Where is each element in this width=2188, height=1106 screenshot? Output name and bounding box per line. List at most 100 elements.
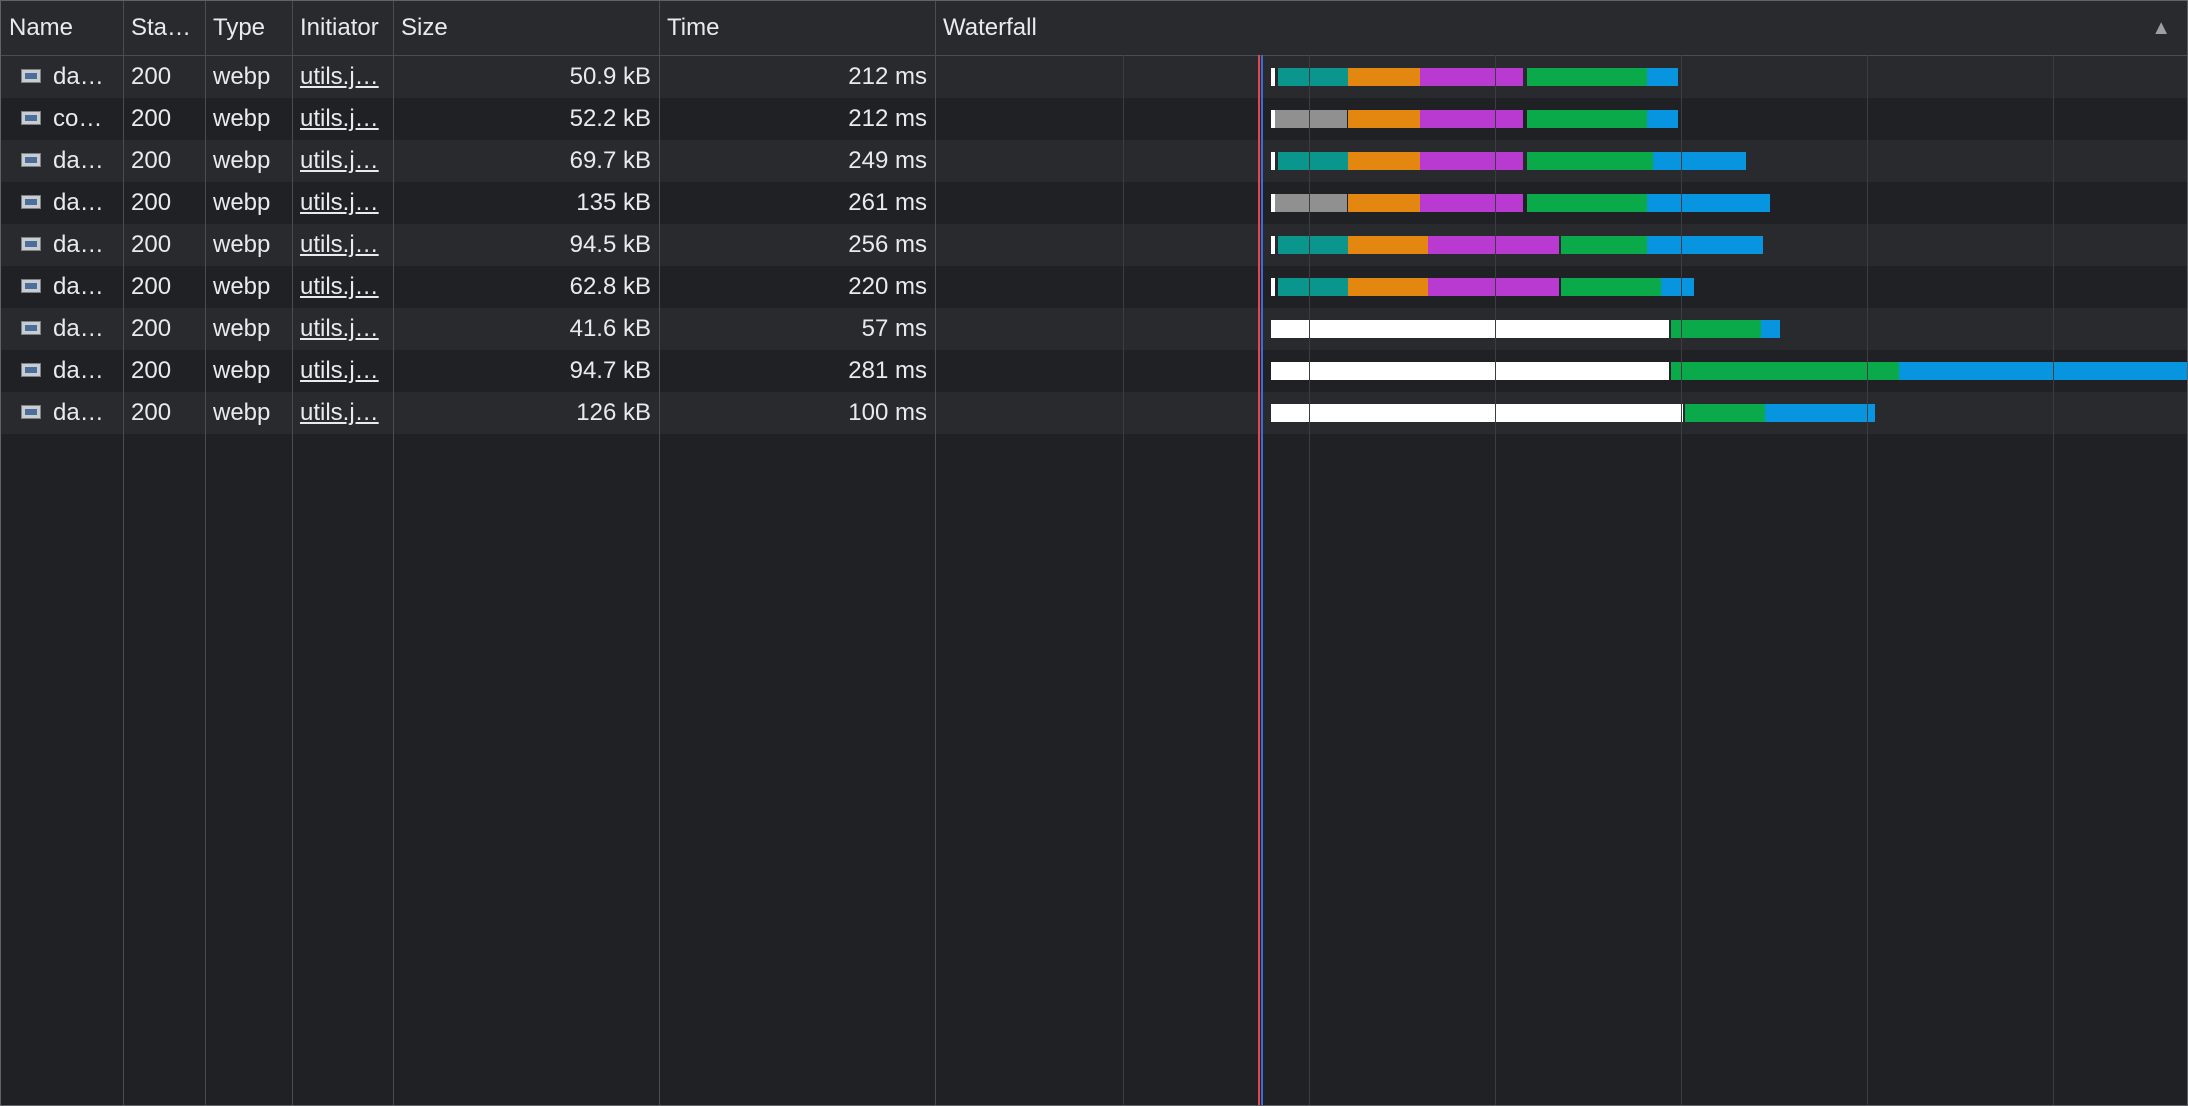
initiator-link[interactable]: utils.j…	[300, 224, 393, 266]
type-cell: webp	[213, 105, 271, 132]
waterfall-bar-download[interactable]	[1653, 152, 1746, 170]
column-header-size[interactable]: Size	[393, 1, 659, 55]
size-cell: 69.7 kB	[569, 147, 651, 174]
type-cell: webp	[213, 357, 271, 384]
column-header-name[interactable]: Name	[1, 1, 123, 55]
column-divider[interactable]	[123, 1, 124, 1105]
type-cell: webp	[213, 231, 271, 258]
status-cell: 200	[131, 273, 172, 300]
image-file-icon	[21, 69, 41, 83]
initiator-link[interactable]: utils.j…	[300, 182, 393, 224]
initiator-link[interactable]: utils.j…	[300, 266, 393, 308]
image-file-icon	[21, 321, 41, 335]
column-header-initiator[interactable]: Initiator	[292, 1, 393, 55]
waterfall-bar-queueing[interactable]	[1271, 68, 1275, 86]
image-file-icon	[21, 195, 41, 209]
type-cell: webp	[213, 189, 271, 216]
size-cell: 50.9 kB	[569, 63, 651, 90]
size-cell: 94.5 kB	[569, 231, 651, 258]
waterfall-bar-ssl[interactable]	[1420, 194, 1523, 212]
type-cell: webp	[213, 399, 271, 426]
waterfall-bar-queueing[interactable]	[1271, 362, 1669, 380]
waterfall-bar-queueing[interactable]	[1271, 152, 1275, 170]
waterfall-bar-waiting[interactable]	[1561, 236, 1647, 254]
time-cell: 256 ms	[848, 231, 927, 258]
waterfall-bar-dns[interactable]	[1278, 68, 1348, 86]
image-file-icon	[21, 111, 41, 125]
waterfall-bar-waiting[interactable]	[1685, 404, 1765, 422]
waterfall-bar-download[interactable]	[1647, 110, 1678, 128]
initiator-link[interactable]: utils.j…	[300, 140, 393, 182]
table-row[interactable]: da… 200 webp utils.j… 69.7 kB 249 ms	[1, 140, 2187, 182]
waterfall-bar-dns[interactable]	[1278, 278, 1348, 296]
waterfall-bar-ssl[interactable]	[1420, 68, 1523, 86]
column-divider[interactable]	[935, 1, 936, 1105]
waterfall-bar-connect[interactable]	[1348, 110, 1420, 128]
column-header-time[interactable]: Time	[659, 1, 935, 55]
status-cell: 200	[131, 63, 172, 90]
time-cell: 249 ms	[848, 147, 927, 174]
waterfall-bar-waiting[interactable]	[1671, 320, 1761, 338]
waterfall-bar-ssl[interactable]	[1420, 152, 1523, 170]
status-cell: 200	[131, 231, 172, 258]
table-row[interactable]: da… 200 webp utils.j… 94.5 kB 256 ms	[1, 224, 2187, 266]
waterfall-bar-download[interactable]	[1761, 320, 1780, 338]
column-header-type[interactable]: Type	[205, 1, 292, 55]
name-cell: da…	[53, 399, 104, 426]
waterfall-bar-stalled[interactable]	[1275, 110, 1347, 128]
waterfall-bar-queueing[interactable]	[1271, 278, 1275, 296]
waterfall-bar-connect[interactable]	[1348, 68, 1420, 86]
column-header-status[interactable]: Sta…	[123, 1, 205, 55]
waterfall-bar-ssl[interactable]	[1420, 110, 1523, 128]
waterfall-bar-connect[interactable]	[1348, 236, 1428, 254]
dom-content-loaded-marker	[1261, 55, 1263, 1105]
waterfall-bar-queueing[interactable]	[1271, 404, 1683, 422]
image-file-icon	[21, 405, 41, 419]
sort-ascending-icon[interactable]: ▲	[2151, 1, 2171, 55]
waterfall-bar-waiting[interactable]	[1527, 194, 1647, 212]
table-row[interactable]: da… 200 webp utils.j… 62.8 kB 220 ms	[1, 266, 2187, 308]
waterfall-bar-queueing[interactable]	[1271, 236, 1275, 254]
column-header-waterfall[interactable]: Waterfall	[935, 1, 2135, 55]
column-divider[interactable]	[393, 1, 394, 1105]
name-cell: da…	[53, 147, 104, 174]
column-divider[interactable]	[659, 1, 660, 1105]
column-divider[interactable]	[205, 1, 206, 1105]
waterfall-bar-stalled[interactable]	[1275, 194, 1347, 212]
waterfall-bar-queueing[interactable]	[1271, 320, 1669, 338]
waterfall-bar-ssl[interactable]	[1428, 278, 1559, 296]
waterfall-bar-ssl[interactable]	[1428, 236, 1559, 254]
table-row[interactable]: da… 200 webp utils.j… 41.6 kB 57 ms	[1, 308, 2187, 350]
initiator-link[interactable]: utils.j…	[300, 308, 393, 350]
waterfall-bar-download[interactable]	[1647, 236, 1763, 254]
table-row[interactable]: da… 200 webp utils.j… 94.7 kB 281 ms	[1, 350, 2187, 392]
initiator-link[interactable]: utils.j…	[300, 98, 393, 140]
initiator-link[interactable]: utils.j…	[300, 350, 393, 392]
table-row[interactable]: da… 200 webp utils.j… 50.9 kB 212 ms	[1, 56, 2187, 98]
waterfall-bar-waiting[interactable]	[1561, 278, 1661, 296]
table-row[interactable]: da… 200 webp utils.j… 135 kB 261 ms	[1, 182, 2187, 224]
waterfall-bar-waiting[interactable]	[1527, 68, 1647, 86]
initiator-link[interactable]: utils.j…	[300, 392, 393, 434]
table-row[interactable]: co… 200 webp utils.j… 52.2 kB 212 ms	[1, 98, 2187, 140]
waterfall-bar-download[interactable]	[1647, 194, 1770, 212]
waterfall-gridline	[1123, 55, 1124, 1105]
table-row[interactable]: da… 200 webp utils.j… 126 kB 100 ms	[1, 392, 2187, 434]
initiator-link[interactable]: utils.j…	[300, 56, 393, 98]
waterfall-bar-connect[interactable]	[1348, 194, 1420, 212]
time-cell: 281 ms	[848, 357, 927, 384]
waterfall-bar-dns[interactable]	[1278, 152, 1348, 170]
waterfall-bar-waiting[interactable]	[1527, 152, 1653, 170]
waterfall-bar-waiting[interactable]	[1671, 362, 1899, 380]
waterfall-bar-waiting[interactable]	[1527, 110, 1647, 128]
waterfall-bar-connect[interactable]	[1348, 152, 1420, 170]
waterfall-bar-download[interactable]	[1647, 68, 1678, 86]
column-divider[interactable]	[292, 1, 293, 1105]
waterfall-bar-download[interactable]	[1765, 404, 1875, 422]
waterfall-bar-connect[interactable]	[1348, 278, 1428, 296]
image-file-icon	[21, 237, 41, 251]
status-cell: 200	[131, 399, 172, 426]
waterfall-bar-download[interactable]	[1661, 278, 1694, 296]
waterfall-bar-download[interactable]	[1899, 362, 2187, 380]
waterfall-bar-dns[interactable]	[1278, 236, 1348, 254]
